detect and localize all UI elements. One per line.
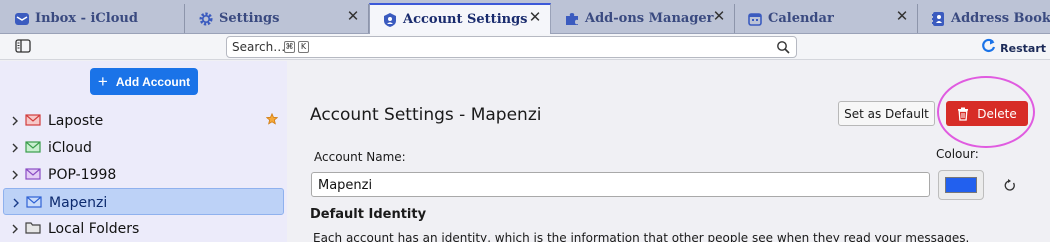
sidebar-item-mapenzi[interactable]: Mapenzi <box>3 188 284 215</box>
inbox-icon <box>14 11 30 27</box>
search-input[interactable]: Search… ⌘ K <box>226 36 797 58</box>
sidebar-item-laposte[interactable]: Laposte <box>3 107 284 134</box>
add-account-label: Add Account <box>115 74 191 89</box>
mail-account-red-icon <box>25 113 41 127</box>
toolbar: Search… ⌘ K Restart <box>0 34 1050 60</box>
close-icon[interactable]: ✕ <box>712 9 726 24</box>
account-label: Local Folders <box>48 221 140 237</box>
chevron-right-icon[interactable] <box>10 114 20 126</box>
search-placeholder: Search… <box>232 40 286 54</box>
account-settings-icon <box>382 12 398 28</box>
plus-icon: + <box>97 72 108 91</box>
sidebar-item-pop-1998[interactable]: POP-1998 <box>3 161 284 188</box>
chevron-right-icon[interactable] <box>10 222 20 234</box>
tab-label: Account Settings <box>403 12 528 27</box>
tab-label: Settings <box>219 11 280 26</box>
add-account-button[interactable]: + Add Account <box>90 68 198 95</box>
sidebar-item-local-folders[interactable]: Local Folders <box>3 215 284 242</box>
close-icon[interactable]: ✕ <box>528 10 542 25</box>
mail-account-purple-icon <box>25 167 41 181</box>
tab-settings[interactable]: Settings ✕ <box>186 4 369 33</box>
account-settings-panel: Account Settings - Mapenzi Set as Defaul… <box>287 61 1050 242</box>
chevron-right-icon[interactable] <box>10 168 20 180</box>
tab-label: Address Book <box>951 11 1050 26</box>
close-icon[interactable]: ✕ <box>346 9 360 24</box>
gear-icon <box>198 11 214 27</box>
sidebar-item-icloud[interactable]: iCloud <box>3 134 284 161</box>
highlight-annotation <box>937 76 1035 148</box>
tab-label: Inbox - iCloud <box>35 11 138 26</box>
account-label: iCloud <box>48 140 92 156</box>
colour-swatch <box>945 177 977 193</box>
tab-label: Calendar <box>768 11 834 26</box>
page-title: Account Settings - Mapenzi <box>310 105 542 125</box>
calendar-icon <box>747 11 763 27</box>
default-identity-description: Each account has an identity, which is t… <box>313 231 970 242</box>
restart-label: Restart <box>1000 41 1046 55</box>
default-identity-heading: Default Identity <box>310 207 427 222</box>
mail-account-blue-icon <box>26 195 42 209</box>
sidebar-toggle-icon[interactable] <box>15 39 31 53</box>
restart-button[interactable]: Restart <box>981 38 1046 58</box>
colour-label: Colour: <box>936 147 979 161</box>
colour-picker-button[interactable] <box>938 170 984 200</box>
mail-account-green-icon <box>25 140 41 154</box>
reset-colour-icon[interactable] <box>1003 179 1016 192</box>
default-star-icon <box>265 112 279 125</box>
tab-inbox-icloud[interactable]: Inbox - iCloud <box>2 4 185 33</box>
account-sidebar: + Add Account Laposte iCloud POP-1998 Ma… <box>0 61 287 242</box>
address-book-icon <box>930 11 946 27</box>
tab-calendar[interactable]: Calendar ✕ <box>735 4 918 33</box>
account-label: POP-1998 <box>48 167 117 183</box>
shortcut-k-key: K <box>298 41 309 53</box>
account-label: Mapenzi <box>49 195 108 211</box>
set-as-default-button[interactable]: Set as Default <box>838 101 935 126</box>
tab-account-settings[interactable]: Account Settings ✕ <box>369 3 551 34</box>
folder-icon <box>25 221 41 235</box>
chevron-right-icon[interactable] <box>11 196 21 208</box>
account-name-label: Account Name: <box>314 150 406 164</box>
chevron-right-icon[interactable] <box>10 141 20 153</box>
tab-strip: Inbox - iCloud Settings ✕ Account Settin… <box>0 0 1050 34</box>
close-icon[interactable]: ✕ <box>895 9 909 24</box>
account-label: Laposte <box>48 113 104 129</box>
tab-add-ons-manager[interactable]: Add-ons Manager ✕ <box>552 4 735 33</box>
search-icon[interactable] <box>776 40 790 54</box>
tab-address-book[interactable]: Address Book <box>918 4 1050 33</box>
tab-label: Add-ons Manager <box>585 11 714 26</box>
restart-icon <box>981 38 996 58</box>
account-name-field[interactable]: Mapenzi <box>311 172 930 197</box>
puzzle-icon <box>564 11 580 27</box>
shortcut-cmd-key: ⌘ <box>284 41 295 53</box>
